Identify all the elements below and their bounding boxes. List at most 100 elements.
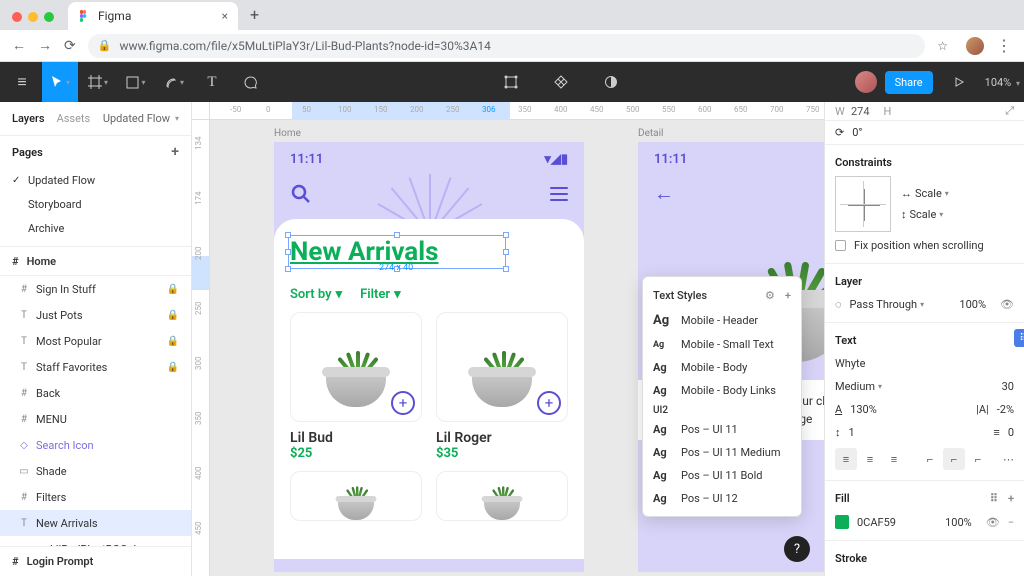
- pen-tool-button[interactable]: ▾: [156, 62, 192, 102]
- fill-visibility-icon[interactable]: 👁: [986, 516, 1000, 529]
- h-constraint-dropdown[interactable]: ↔ Scale ▾: [901, 187, 949, 200]
- lock-icon[interactable]: 🔒: [167, 336, 179, 347]
- canvas[interactable]: -500501001502002503063504004505005506006…: [192, 102, 824, 576]
- text-style-row[interactable]: AgPos – UI 11 Bold: [643, 464, 801, 487]
- font-weight-dropdown[interactable]: Medium ▾: [835, 380, 882, 393]
- address-input[interactable]: 🔒 www.figma.com/file/x5MuLtiPlaY3r/Lil-B…: [88, 34, 926, 58]
- styles-button[interactable]: ⠿: [1014, 329, 1024, 347]
- align-bottom-button[interactable]: ⌐: [967, 448, 989, 470]
- layer-row[interactable]: TMost Popular🔒: [0, 328, 191, 354]
- align-middle-button[interactable]: ⌐: [943, 448, 965, 470]
- layer-row[interactable]: TStaff Favorites🔒: [0, 354, 191, 380]
- close-tab-icon[interactable]: ×: [222, 9, 228, 23]
- layer-row[interactable]: #Filters: [0, 484, 191, 510]
- layer-row[interactable]: #MENU: [0, 406, 191, 432]
- back-icon[interactable]: ←: [12, 37, 26, 54]
- comment-tool-button[interactable]: [232, 62, 268, 102]
- layer-row[interactable]: #Back: [0, 380, 191, 406]
- font-family-dropdown[interactable]: Whyte: [835, 357, 865, 370]
- page-row[interactable]: Updated Flow: [0, 168, 191, 192]
- align-center-button[interactable]: ≡: [859, 448, 881, 470]
- visibility-icon[interactable]: 👁: [1000, 298, 1014, 311]
- maximize-window-icon[interactable]: [44, 12, 54, 22]
- reload-icon[interactable]: ⟳: [64, 38, 76, 54]
- fill-swatch[interactable]: [835, 515, 849, 529]
- expand-icon[interactable]: ⤢: [1005, 104, 1014, 118]
- tab-layers[interactable]: Layers: [12, 112, 45, 125]
- layer-opacity-input[interactable]: 100%: [959, 298, 986, 311]
- tab-assets[interactable]: Assets: [57, 112, 91, 125]
- text-style-row[interactable]: AgMobile - Small Text: [643, 333, 801, 356]
- style-settings-icon[interactable]: ⚙: [765, 289, 775, 302]
- bookmark-icon[interactable]: ☆: [937, 39, 948, 53]
- text-tool-button[interactable]: T: [194, 62, 230, 102]
- zoom-dropdown[interactable]: 104% ▾: [985, 76, 1020, 89]
- create-component-button[interactable]: [543, 62, 579, 102]
- constraints-widget[interactable]: [835, 176, 891, 232]
- new-tab-button[interactable]: +: [250, 5, 259, 24]
- layer-row[interactable]: TNew Arrivals: [0, 510, 191, 536]
- browser-menu-icon[interactable]: ⋮: [996, 36, 1012, 55]
- profile-avatar-icon[interactable]: [966, 37, 984, 55]
- add-page-button[interactable]: +: [171, 144, 179, 160]
- letter-spacing-input[interactable]: -2%: [997, 403, 1014, 416]
- text-more-button[interactable]: ⋯: [1003, 453, 1014, 466]
- user-avatar-icon[interactable]: [855, 71, 877, 93]
- layer-type-icon: #: [18, 284, 30, 295]
- remove-fill-button[interactable]: −: [1008, 516, 1014, 529]
- blend-mode-dropdown[interactable]: Pass Through ▾: [850, 298, 925, 311]
- close-window-icon[interactable]: [12, 12, 22, 22]
- line-height-input[interactable]: 130%: [850, 403, 877, 416]
- page-row[interactable]: Archive: [0, 216, 191, 240]
- fill-opacity-input[interactable]: 100%: [945, 516, 972, 529]
- share-button[interactable]: Share: [885, 71, 933, 94]
- align-right-button[interactable]: ≡: [883, 448, 905, 470]
- layers-root-frame[interactable]: # Home: [0, 246, 191, 276]
- text-style-row[interactable]: AgMobile - Body: [643, 356, 801, 379]
- add-style-button[interactable]: +: [785, 289, 791, 302]
- minimize-window-icon[interactable]: [28, 12, 38, 22]
- edit-object-button[interactable]: [493, 62, 529, 102]
- move-tool-button[interactable]: ▾: [42, 62, 78, 102]
- lock-icon[interactable]: 🔒: [167, 310, 179, 321]
- window-controls[interactable]: [12, 12, 54, 22]
- v-constraint-dropdown[interactable]: ↕ Scale ▾: [901, 208, 949, 221]
- page-dropdown[interactable]: Updated Flow▾: [103, 112, 179, 125]
- add-fill-button[interactable]: +: [1008, 492, 1014, 505]
- frame-label-home[interactable]: Home: [274, 128, 301, 139]
- layer-row[interactable]: ◇Search Icon: [0, 432, 191, 458]
- text-style-row[interactable]: AgMobile - Body Links: [643, 379, 801, 402]
- fill-styles-button[interactable]: ⠿: [990, 492, 998, 505]
- frame-home[interactable]: 11:11 ▾◢▮ New Arrivals 274 x 40 Sort by: [274, 142, 584, 572]
- layer-row[interactable]: ▭Shade: [0, 458, 191, 484]
- mask-button[interactable]: [593, 62, 629, 102]
- help-button[interactable]: ?: [784, 536, 810, 562]
- page-row[interactable]: Storyboard: [0, 192, 191, 216]
- fix-position-checkbox[interactable]: [835, 240, 846, 251]
- frame-tool-button[interactable]: ▾: [80, 62, 116, 102]
- browser-tab[interactable]: Figma ×: [68, 2, 238, 30]
- layer-row[interactable]: ▭LilBudPlantBGColor: [0, 536, 191, 546]
- rotation-input[interactable]: 0°: [852, 126, 862, 139]
- layers-root-frame-2[interactable]: # Login Prompt: [0, 546, 191, 576]
- present-button[interactable]: [941, 62, 977, 102]
- frame-label-detail[interactable]: Detail: [638, 128, 663, 139]
- main-menu-button[interactable]: ≡: [4, 62, 40, 102]
- layer-row[interactable]: TJust Pots🔒: [0, 302, 191, 328]
- layer-row[interactable]: #Sign In Stuff🔒: [0, 276, 191, 302]
- width-input[interactable]: 274: [851, 105, 870, 118]
- text-style-row[interactable]: AgPos – UI 11 Medium: [643, 441, 801, 464]
- lock-icon[interactable]: 🔒: [167, 362, 179, 373]
- paragraph-indent-input[interactable]: 0: [1008, 426, 1014, 439]
- text-style-row[interactable]: AgPos – UI 11: [643, 418, 801, 441]
- font-size-input[interactable]: 30: [1002, 380, 1014, 393]
- paragraph-spacing-input[interactable]: 1: [849, 426, 855, 439]
- forward-icon[interactable]: →: [38, 37, 52, 54]
- text-style-row[interactable]: AgMobile - Header: [643, 308, 801, 333]
- align-top-button[interactable]: ⌐: [919, 448, 941, 470]
- shape-tool-button[interactable]: ▾: [118, 62, 154, 102]
- lock-icon[interactable]: 🔒: [167, 284, 179, 295]
- text-style-row[interactable]: AgPos – UI 12: [643, 487, 801, 510]
- align-left-button[interactable]: ≡: [835, 448, 857, 470]
- fill-hex-input[interactable]: 0CAF59: [857, 516, 896, 529]
